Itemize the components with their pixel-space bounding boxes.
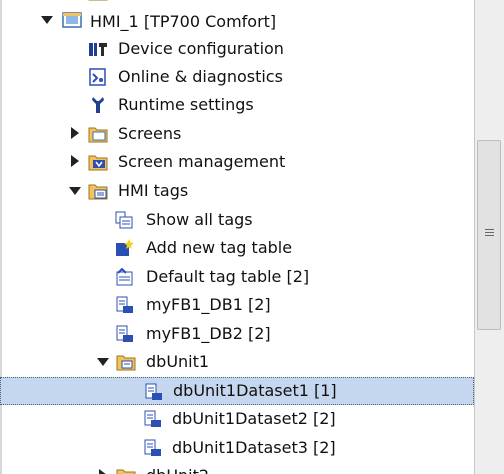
tag-table-icon bbox=[142, 439, 162, 457]
tree-item-screen-management[interactable]: Screen management bbox=[0, 148, 474, 176]
hmi-tags-folder-icon bbox=[88, 182, 108, 200]
tree-item-label: dbUnit1 bbox=[146, 352, 210, 371]
tree-item-label: dbUnit1Dataset2 [2] bbox=[172, 409, 336, 428]
tag-table-icon bbox=[143, 383, 163, 401]
screen-management-folder-icon bbox=[88, 153, 108, 171]
tree-item-label: Runtime settings bbox=[118, 95, 254, 114]
tag-table-icon bbox=[114, 296, 134, 314]
tree-item-screens[interactable]: Screens bbox=[0, 120, 474, 148]
hmi-device-icon bbox=[62, 11, 82, 29]
runtime-settings-icon bbox=[88, 96, 108, 114]
collapse-toggle-icon[interactable] bbox=[96, 354, 110, 370]
tree-item-myfb1-db1[interactable]: myFB1_DB1 [2] bbox=[0, 291, 474, 319]
grip-line bbox=[485, 235, 494, 236]
tree-item-label: dbUnit2 bbox=[146, 466, 209, 474]
tag-group-folder-icon bbox=[116, 353, 136, 371]
tree-item-label: Add new tag table bbox=[146, 238, 293, 257]
tree-item-default-tag-table[interactable]: Default tag table [2] bbox=[0, 263, 474, 291]
tree-item-dbunit1dataset2[interactable]: dbUnit1Dataset2 [2] bbox=[0, 405, 474, 433]
tree-item-label: myFB1_DB1 [2] bbox=[146, 295, 271, 314]
tree-item-label: HMI_1 [TP700 Comfort] bbox=[90, 12, 277, 31]
tree-item-show-all-tags[interactable]: Show all tags bbox=[0, 206, 474, 234]
tree-item-label: Show all tags bbox=[146, 210, 253, 229]
expand-toggle-icon[interactable] bbox=[96, 468, 110, 474]
tag-table-icon bbox=[142, 410, 162, 428]
tree-item-label: dbUnit1Dataset3 [2] bbox=[172, 438, 336, 457]
add-tag-table-icon bbox=[114, 239, 134, 257]
tree-item-label: Screens bbox=[118, 124, 182, 143]
tree-item-label: dbUnit1Dataset1 [1] bbox=[173, 381, 337, 400]
tree-item-dbunit1dataset1-selected[interactable]: dbUnit1Dataset1 [1] bbox=[0, 377, 474, 405]
collapse-toggle-icon[interactable] bbox=[68, 183, 82, 199]
tag-group-folder-icon bbox=[116, 467, 136, 474]
tag-table-icon bbox=[114, 325, 134, 343]
expand-toggle-icon[interactable] bbox=[68, 154, 82, 170]
show-all-tags-icon bbox=[114, 211, 134, 229]
grip-line bbox=[485, 232, 494, 233]
tree-item-online-diagnostics[interactable]: Online & diagnostics bbox=[0, 63, 474, 91]
tree-item-device-configuration[interactable]: Device configuration bbox=[0, 35, 474, 63]
expand-toggle-icon[interactable] bbox=[40, 12, 54, 28]
tree-item-label: Screen management bbox=[118, 152, 286, 171]
tree-item-label: myFB1_DB2 [2] bbox=[146, 324, 271, 343]
tree-item-dbunit1dataset3[interactable]: dbUnit1Dataset3 [2] bbox=[0, 434, 474, 462]
tree-item-hmi-tags[interactable]: HMI tags bbox=[0, 177, 474, 205]
tree-item-label: HMI tags bbox=[118, 181, 189, 200]
project-tree: HMI_1 [TP700 Comfort] Device configurati… bbox=[0, 0, 474, 474]
tree-item-hmi-1[interactable]: HMI_1 [TP700 Comfort] bbox=[0, 6, 474, 34]
tree-item-label: Default tag table [2] bbox=[146, 267, 310, 286]
tree-item-dbunit2[interactable]: dbUnit2 bbox=[0, 462, 474, 474]
tree-item-myfb1-db2[interactable]: myFB1_DB2 [2] bbox=[0, 320, 474, 348]
expand-toggle-icon[interactable] bbox=[68, 126, 82, 142]
default-tag-table-icon bbox=[114, 267, 134, 286]
tree-item-label: Device configuration bbox=[118, 39, 284, 58]
tree-item-add-new-tag-table[interactable]: Add new tag table bbox=[0, 234, 474, 262]
grip-line bbox=[485, 229, 494, 230]
folder-icon bbox=[88, 0, 108, 1]
device-configuration-icon bbox=[88, 40, 108, 58]
online-diagnostics-icon bbox=[88, 68, 108, 86]
scrollbar-thumb[interactable] bbox=[477, 140, 501, 330]
tree-item-runtime-settings[interactable]: Runtime settings bbox=[0, 91, 474, 119]
screens-folder-icon bbox=[88, 125, 108, 143]
tree-item-dbunit1[interactable]: dbUnit1 bbox=[0, 348, 474, 376]
tree-item-label: Online & diagnostics bbox=[118, 67, 283, 86]
